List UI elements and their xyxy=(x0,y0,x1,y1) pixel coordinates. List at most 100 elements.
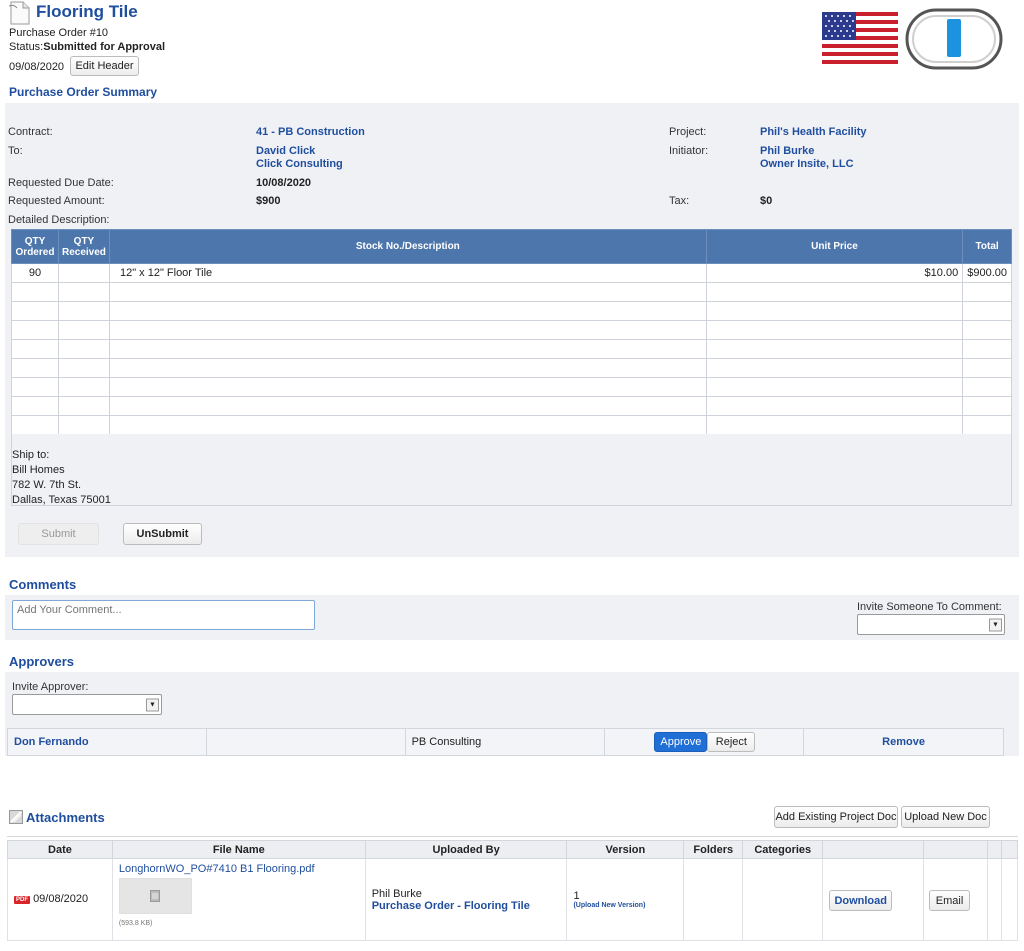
attachment-extra-cell-1 xyxy=(986,858,1002,941)
attachments-divider xyxy=(7,836,1018,837)
attachment-folders-cell xyxy=(683,858,744,941)
status-value: Submitted for Approval xyxy=(43,41,166,53)
file-name-header: File Name xyxy=(111,840,366,859)
attachments-header-row: Date File Name Uploaded By Version Folde… xyxy=(7,840,1019,859)
upload-new-version-link[interactable]: (Upload New Version) xyxy=(573,902,677,909)
chevron-down-icon: ▼ xyxy=(989,618,1002,631)
pdf-file-icon: PDF xyxy=(14,895,30,904)
ship-to-line3: Dallas, Texas 75001 xyxy=(12,494,111,506)
status-label: Status: xyxy=(9,41,44,53)
project-label: Project: xyxy=(669,126,707,138)
submit-button[interactable]: Submit xyxy=(18,523,99,545)
attachment-categories-cell xyxy=(742,858,824,941)
contract-label: Contract: xyxy=(8,126,53,138)
table-row xyxy=(11,301,1012,321)
attachment-download-cell: Download xyxy=(822,858,925,941)
items-table: QTY Ordered QTY Received Stock No./Descrip… xyxy=(11,229,1012,435)
due-date-label: Requested Due Date: xyxy=(8,177,114,189)
us-flag-icon xyxy=(822,12,898,64)
version-number: 1 xyxy=(573,890,580,902)
table-row xyxy=(11,282,1012,302)
initiator-name-link[interactable]: Phil Burke xyxy=(760,145,814,158)
ship-to-label: Ship to: xyxy=(12,449,50,461)
approvers-title: Approvers xyxy=(9,654,75,669)
comments-title: Comments xyxy=(9,577,77,592)
attachments-table: Date File Name Uploaded By Version Folde… xyxy=(7,840,1019,941)
tax-value: $0 xyxy=(760,195,773,207)
approvers-table: Don Fernando PB Consulting Approve Rejec… xyxy=(7,728,1004,756)
table-row xyxy=(11,377,1012,397)
to-name-link[interactable]: David Click xyxy=(256,145,315,158)
uploaded-by-header: Uploaded By xyxy=(364,840,568,859)
invite-comment-select[interactable]: ▼ xyxy=(857,614,1005,635)
download-header xyxy=(822,840,925,859)
app-logo-icon[interactable] xyxy=(904,6,1004,72)
project-link[interactable]: Phil's Health Facility xyxy=(760,126,867,139)
table-row: 90 12" x 12" Floor Tile $10.00 $900.00 xyxy=(11,263,1012,283)
ship-to-line2: 782 W. 7th St. xyxy=(12,479,82,491)
unit-price-cell: $10.00 xyxy=(705,263,964,283)
table-row: Don Fernando PB Consulting Approve Rejec… xyxy=(7,728,1004,756)
ship-to-block: Ship to: Bill Homes 782 W. 7th St. Dalla… xyxy=(11,434,1012,506)
attachment-email-cell: Email xyxy=(923,858,988,941)
file-thumbnail-icon[interactable] xyxy=(118,878,192,914)
summary-title: Purchase Order Summary xyxy=(9,85,158,99)
extra-header-1 xyxy=(986,840,1002,859)
attachment-uploader-cell: Phil Burke Purchase Order - Flooring Til… xyxy=(364,858,568,941)
approver-actions-cell: Approve Reject xyxy=(604,728,805,756)
description-label: Detailed Description: xyxy=(8,214,110,226)
email-header xyxy=(923,840,988,859)
download-button[interactable]: Download xyxy=(829,890,893,911)
approve-button[interactable]: Approve xyxy=(654,732,708,752)
folders-header: Folders xyxy=(683,840,744,859)
description-header: Stock No./Description xyxy=(108,229,707,264)
uploader-link[interactable]: Purchase Order - Flooring Tile xyxy=(372,900,561,912)
table-row xyxy=(11,320,1012,340)
table-row xyxy=(11,358,1012,378)
attachment-file-link[interactable]: LonghornWO_PO#7410 B1 Flooring.pdf xyxy=(119,863,359,875)
version-header: Version xyxy=(566,840,685,859)
edit-header-button[interactable]: Edit Header xyxy=(70,56,139,76)
approver-name[interactable]: Don Fernando xyxy=(7,728,207,756)
upload-new-doc-button[interactable]: Upload New Doc xyxy=(901,806,990,828)
approver-company: PB Consulting xyxy=(404,728,606,756)
attachments-title: Attachments xyxy=(26,810,105,825)
attachment-extra-cell-2 xyxy=(1000,858,1019,941)
table-row: PDF 09/08/2020 LonghornWO_PO#7410 B1 Flo… xyxy=(7,858,1019,941)
remove-link[interactable]: Remove xyxy=(803,728,1004,756)
amount-label: Requested Amount: xyxy=(8,195,105,207)
initiator-company-link[interactable]: Owner Insite, LLC xyxy=(760,158,854,171)
unsubmit-button[interactable]: UnSubmit xyxy=(123,523,202,545)
table-row xyxy=(11,415,1012,435)
ship-to-line1: Bill Homes xyxy=(12,464,65,476)
attachment-date: 09/08/2020 xyxy=(33,893,89,906)
attachment-version-cell: 1 (Upload New Version) xyxy=(566,858,685,941)
table-row xyxy=(11,339,1012,359)
qty-received-cell xyxy=(57,263,110,283)
unit-price-header: Unit Price xyxy=(705,229,964,264)
initiator-label: Initiator: xyxy=(669,145,709,157)
invite-approver-select[interactable]: ▼ xyxy=(12,694,162,715)
categories-header: Categories xyxy=(742,840,824,859)
add-existing-doc-button[interactable]: Add Existing Project Doc xyxy=(774,806,898,828)
document-icon xyxy=(8,1,30,25)
reject-button[interactable]: Reject xyxy=(707,732,756,752)
table-row xyxy=(11,396,1012,416)
tax-label: Tax: xyxy=(669,195,690,207)
attachment-date-cell: PDF 09/08/2020 xyxy=(7,858,113,941)
attachment-file-cell: LonghornWO_PO#7410 B1 Flooring.pdf (593.… xyxy=(111,858,366,941)
date-header: Date xyxy=(7,840,113,859)
items-header-row: QTY Ordered QTY Received Stock No./Descrip… xyxy=(11,229,1012,264)
contract-link[interactable]: 41 - PB Construction xyxy=(256,126,365,139)
comment-input[interactable] xyxy=(12,600,315,630)
to-company-link[interactable]: Click Consulting xyxy=(256,158,343,171)
chevron-down-icon: ▼ xyxy=(146,698,159,711)
email-button[interactable]: Email xyxy=(929,890,971,911)
status-line: Status:Submitted for Approval xyxy=(9,41,165,53)
approver-blank-cell xyxy=(205,728,406,756)
po-number: Purchase Order #10 xyxy=(9,27,109,39)
description-cell: 12" x 12" Floor Tile xyxy=(108,263,707,283)
total-cell: $900.00 xyxy=(962,263,1012,283)
attachment-icon xyxy=(9,810,23,824)
invite-comment-label: Invite Someone To Comment: xyxy=(857,601,1002,613)
